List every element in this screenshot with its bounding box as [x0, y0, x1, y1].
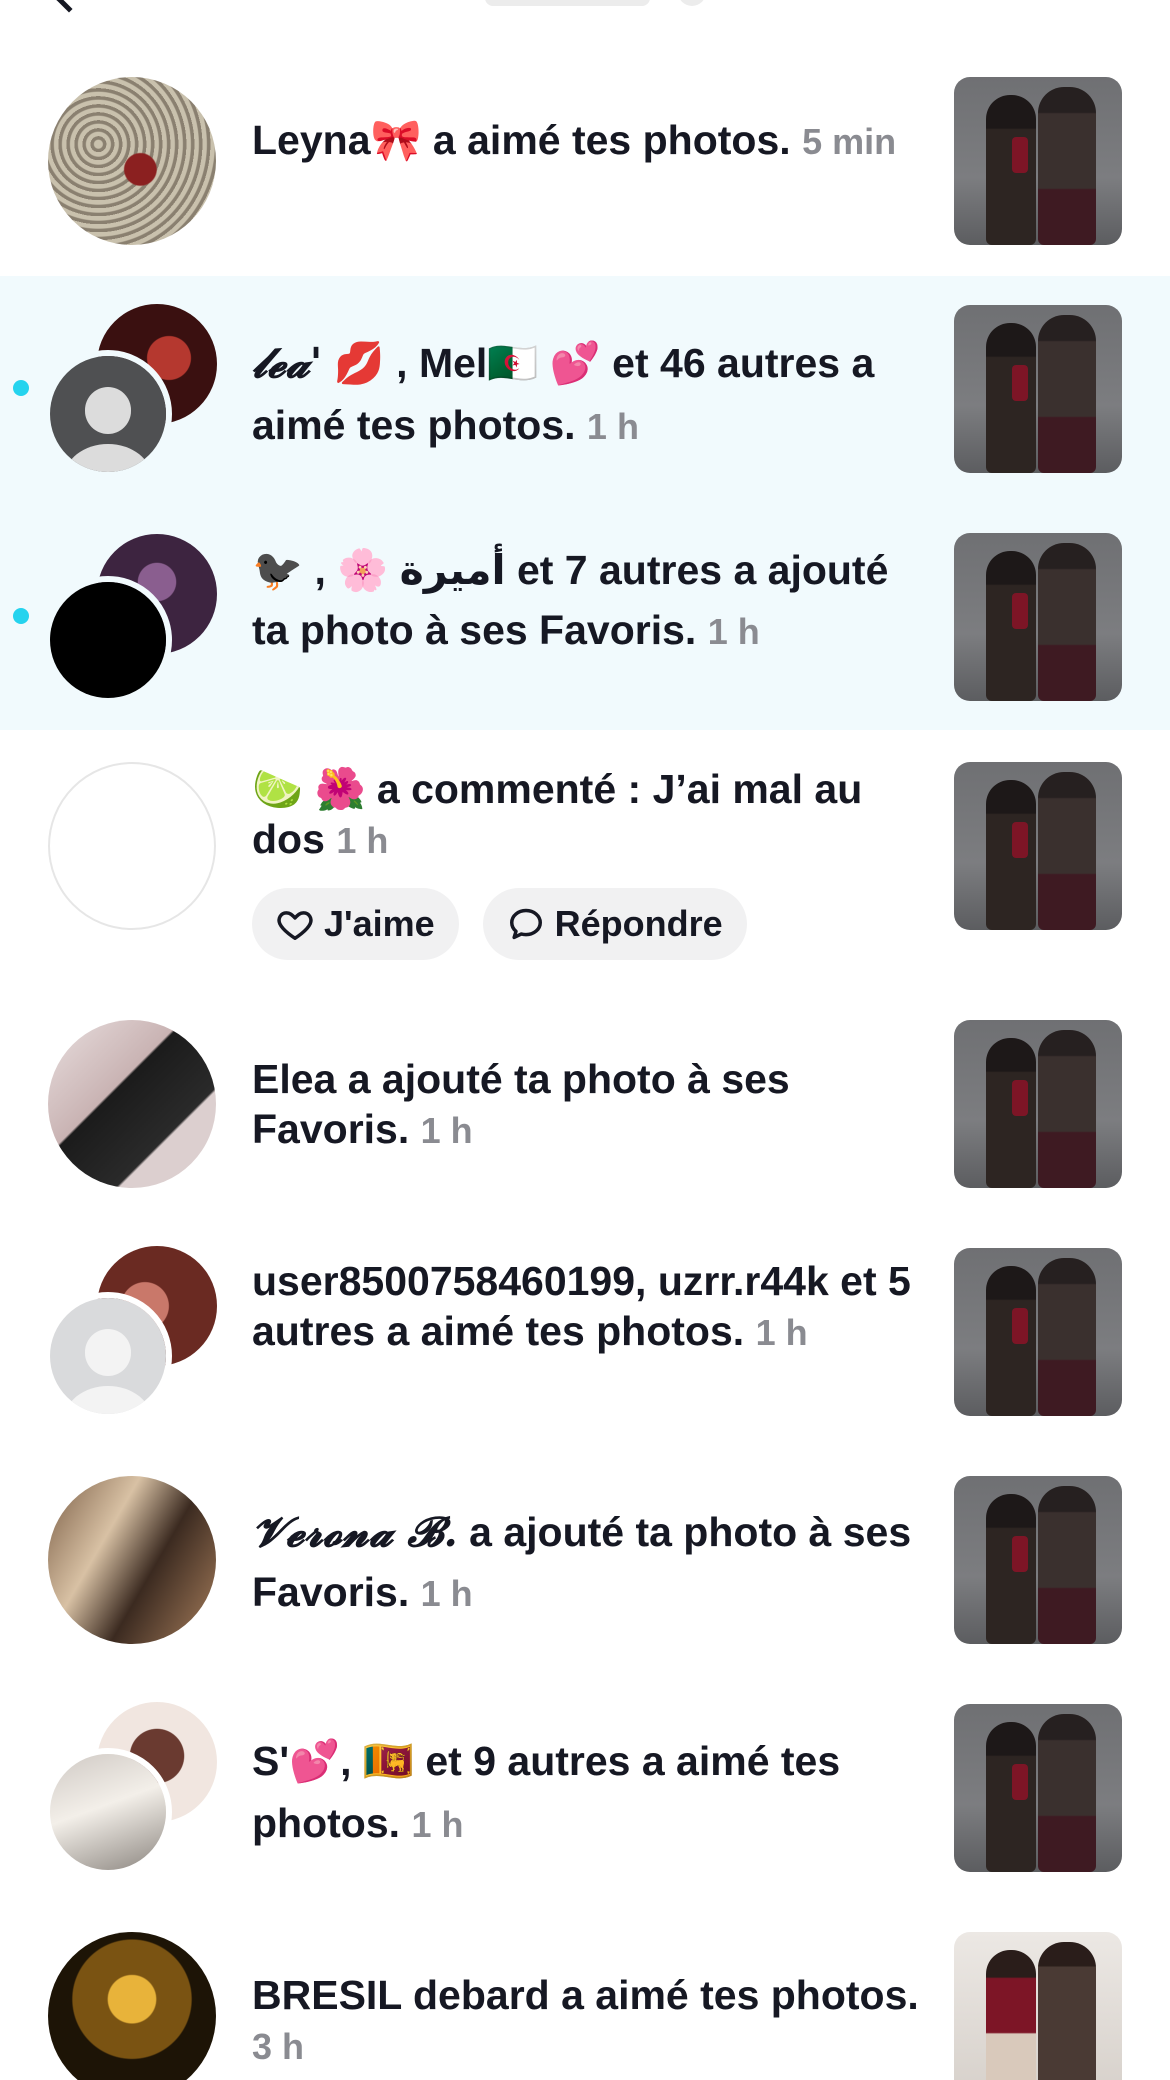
reply-label: Répondre	[554, 903, 723, 944]
notification-time: 1 h	[420, 1110, 473, 1151]
notification-message: Elea a ajouté ta photo à ses Favoris.	[252, 1056, 790, 1152]
notification-row[interactable]: user8500758460199, uzrr.r44k et 5 autres…	[0, 1232, 1170, 1460]
reply-button[interactable]: Répondre	[482, 888, 747, 960]
notification-time: 1 h	[755, 1312, 808, 1353]
notification-message: Leyna🎀 a aimé tes photos.	[252, 117, 791, 163]
notification-user-name: 𝓵𝓮𝓪'	[252, 339, 323, 387]
notification-user-name: 𝓥𝓮𝓻𝓸𝓷𝓪 𝓑.	[252, 1508, 458, 1556]
post-thumbnail[interactable]	[954, 1248, 1122, 1416]
notification-row[interactable]: 𝓥𝓮𝓻𝓸𝓷𝓪 𝓑. a ajouté ta photo à ses Favori…	[0, 1460, 1170, 1688]
post-thumbnail[interactable]	[954, 1704, 1122, 1872]
post-thumbnail[interactable]	[954, 1020, 1122, 1188]
unread-dot	[13, 608, 29, 624]
notification-time: 1 h	[411, 1804, 464, 1845]
avatar-primary[interactable]	[44, 350, 172, 478]
like-label: J'aime	[324, 903, 435, 944]
post-thumbnail[interactable]	[954, 1932, 1122, 2080]
notification-row[interactable]: 🐦‍⬛ , 🌸 أميرة et 7 autres a ajouté ta ph…	[0, 504, 1170, 730]
notification-text: Leyna🎀 a aimé tes photos. 5 min	[252, 115, 922, 167]
avatar[interactable]	[48, 1020, 216, 1188]
notification-text: 𝓵𝓮𝓪' 💋 , Mel🇩🇿 💕 et 46 autres a aimé tes…	[252, 332, 922, 458]
notification-message: user8500758460199, uzrr.r44k et 5 autres…	[252, 1258, 911, 1354]
notification-time: 1 h	[336, 820, 389, 861]
comment-actions: J'aime Répondre	[252, 888, 747, 960]
heart-outline-icon	[277, 911, 313, 940]
notification-text: 🐦‍⬛ , 🌸 أميرة et 7 autres a ajouté ta ph…	[252, 540, 922, 662]
notification-row[interactable]: 𝓵𝓮𝓪' 💋 , Mel🇩🇿 💕 et 46 autres a aimé tes…	[0, 276, 1170, 504]
post-thumbnail[interactable]	[954, 533, 1122, 701]
like-button[interactable]: J'aime	[252, 888, 459, 960]
notification-text: S'💕, 🇱🇰 et 9 autres a aimé tes photos. 1…	[252, 1730, 922, 1856]
notification-text: 🍋‍🟩 🌺 a commenté : J’ai mal au dos 1 h	[252, 764, 922, 866]
notification-time: 3 h	[252, 2026, 305, 2067]
notification-message: 💋 , Mel🇩🇿 💕 et 46 autres a aimé tes phot…	[252, 340, 875, 448]
avatar-primary[interactable]	[44, 1748, 172, 1876]
post-thumbnail[interactable]	[954, 1476, 1122, 1644]
notification-time: 5 min	[802, 121, 897, 162]
notification-row[interactable]: 🍋‍🟩 🌺 a commenté : J’ai mal au dos 1 h J…	[0, 730, 1170, 1004]
post-thumbnail[interactable]	[954, 77, 1122, 245]
post-thumbnail[interactable]	[954, 762, 1122, 930]
post-thumbnail[interactable]	[954, 305, 1122, 473]
avatar-primary[interactable]	[44, 1292, 172, 1420]
avatar-primary[interactable]	[44, 576, 172, 704]
notification-row[interactable]: Leyna🎀 a aimé tes photos. 5 min	[0, 0, 1170, 276]
avatar[interactable]	[48, 1476, 216, 1644]
speech-bubble-icon	[509, 908, 542, 940]
notification-message: 🐦‍⬛ , 🌸 أميرة et 7 autres a ajouté ta ph…	[252, 547, 889, 653]
notification-text: 𝓥𝓮𝓻𝓸𝓷𝓪 𝓑. a ajouté ta photo à ses Favori…	[252, 1502, 922, 1624]
notification-message: BRESIL debard a aimé tes photos.	[252, 1972, 919, 2018]
notification-time: 1 h	[420, 1573, 473, 1614]
notification-time: 1 h	[586, 406, 639, 447]
avatar[interactable]	[48, 77, 216, 245]
notification-row[interactable]: Elea a ajouté ta photo à ses Favoris. 1 …	[0, 1004, 1170, 1232]
notification-message: S'💕, 🇱🇰 et 9 autres a aimé tes photos.	[252, 1738, 841, 1846]
avatar[interactable]	[48, 762, 216, 930]
notification-row[interactable]: S'💕, 🇱🇰 et 9 autres a aimé tes photos. 1…	[0, 1688, 1170, 1916]
notification-text: BRESIL debard a aimé tes photos. 3 h	[252, 1970, 922, 2072]
notification-text: Elea a ajouté ta photo à ses Favoris. 1 …	[252, 1054, 922, 1156]
unread-dot	[13, 380, 29, 396]
notification-time: 1 h	[707, 611, 760, 652]
notification-row[interactable]: BRESIL debard a aimé tes photos. 3 h	[0, 1916, 1170, 2080]
avatar[interactable]	[48, 1932, 216, 2080]
notification-text: user8500758460199, uzrr.r44k et 5 autres…	[252, 1256, 922, 1358]
